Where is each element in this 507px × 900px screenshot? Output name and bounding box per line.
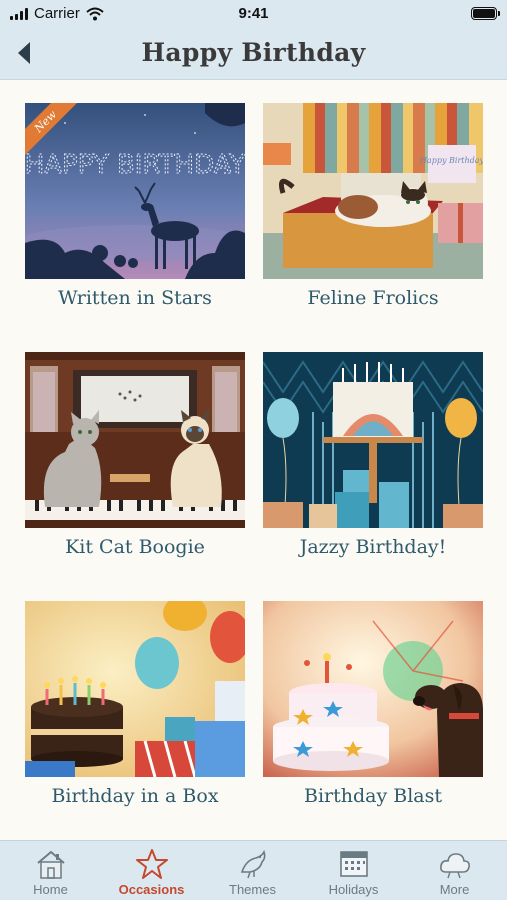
card-birthday-blast[interactable]: Birthday Blast — [263, 578, 483, 807]
card-written-in-stars[interactable]: HAPPY BIRTHDAY New Written in Stars — [25, 80, 245, 309]
status-time: 9:41 — [238, 5, 269, 22]
status-bar: Carrier 9:41 — [0, 0, 507, 28]
star-icon — [135, 849, 168, 879]
card-jazzy-birthday[interactable]: Jazzy Birthday! — [263, 329, 483, 558]
card-thumbnail: HAPPY BIRTHDAY New — [25, 103, 245, 279]
card-grid: HAPPY BIRTHDAY New Written in Stars Happ… — [0, 80, 507, 840]
card-feline-frolics[interactable]: Happy Birthday Feline Frolics — [263, 80, 483, 309]
house-icon — [36, 850, 65, 879]
card-thumbnail — [25, 352, 245, 528]
card-kit-cat-boogie[interactable]: Kit Cat Boogie — [25, 329, 245, 558]
bird-icon — [240, 849, 265, 879]
card-thumbnail — [263, 601, 483, 777]
battery-icon — [471, 7, 500, 20]
card-title: Kit Cat Boogie — [65, 536, 205, 558]
tab-home[interactable]: Home — [0, 841, 101, 900]
card-title: Feline Frolics — [307, 287, 439, 309]
tab-label: More — [439, 882, 470, 897]
card-title: Jazzy Birthday! — [299, 536, 447, 558]
page-title: Happy Birthday — [141, 38, 366, 67]
card-thumbnail — [263, 352, 483, 528]
tab-occasions[interactable]: Occasions — [101, 841, 202, 900]
tab-themes[interactable]: Themes — [202, 841, 303, 900]
navigation-bar: Happy Birthday — [0, 28, 507, 80]
card-art-text: HAPPY BIRTHDAY — [25, 150, 245, 180]
card-title: Birthday in a Box — [51, 785, 219, 807]
tab-label: Occasions — [118, 882, 185, 897]
tab-bar: Home Occasions Themes Holidays More — [0, 840, 507, 900]
tab-label: Home — [33, 882, 68, 897]
card-thumbnail — [25, 601, 245, 777]
tab-label: Holidays — [328, 882, 379, 897]
cloud-icon — [439, 853, 470, 879]
tab-more[interactable]: More — [404, 841, 505, 900]
card-birthday-in-a-box[interactable]: Birthday in a Box — [25, 578, 245, 807]
tab-label: Themes — [229, 882, 276, 897]
card-title: Written in Stars — [58, 287, 212, 309]
card-title: Birthday Blast — [303, 785, 442, 807]
card-thumbnail: Happy Birthday — [263, 103, 483, 279]
tab-holidays[interactable]: Holidays — [303, 841, 404, 900]
card-art-text: Happy Birthday — [419, 156, 483, 165]
calendar-icon — [339, 851, 368, 877]
